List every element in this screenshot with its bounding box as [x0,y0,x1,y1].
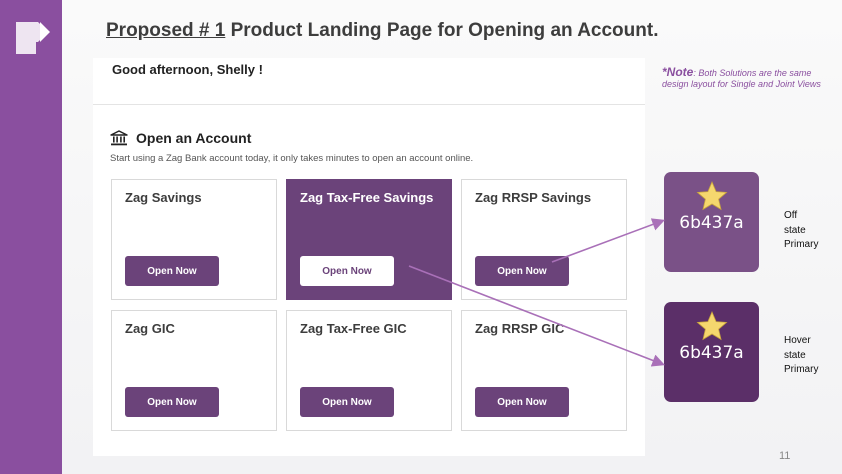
open-now-button[interactable]: Open Now [475,387,569,417]
swatch-hover-label: Hover state Primary [784,334,842,378]
swatch-hover-line3: Primary [784,364,819,375]
note-label: *Note [662,65,694,79]
card-title: Zag Savings [125,190,202,205]
swatch-hex-value: 6b437a [679,213,744,233]
greeting-divider [93,104,645,105]
swatch-hover-line1: Hover [784,335,811,346]
swatch-off-line3: Primary [784,239,819,250]
account-card-zag-tax-free-gic[interactable]: Zag Tax-Free GIC Open Now [286,310,452,431]
account-card-zag-rrsp-gic[interactable]: Zag RRSP GIC Open Now [461,310,627,431]
open-account-heading: Open an Account [110,129,251,147]
swatch-off-line1: Off [784,210,798,221]
account-card-zag-tax-free-savings[interactable]: Zag Tax-Free Savings Open Now [286,179,452,300]
account-card-zag-savings[interactable]: Zag Savings Open Now [111,179,277,300]
bank-icon [110,130,128,146]
greeting-text: Good afternoon, Shelly ! [112,62,263,77]
swatch-off-state: 6b437a [664,172,759,272]
card-title: Zag Tax-Free Savings [300,190,434,205]
slide-title-proposal: Proposed # 1 [106,20,226,41]
swatch-off-label: Off state Primary [784,209,842,253]
swatch-hover-state: 6b437a [664,302,759,402]
open-now-button[interactable]: Open Now [125,256,219,286]
swatch-hex-value: 6b437a [679,343,744,363]
star-icon [696,310,727,341]
card-title: Zag RRSP GIC [475,321,565,336]
open-now-button[interactable]: Open Now [300,387,394,417]
section-subtitle: Start using a Zag Bank account today, it… [110,153,474,164]
slide-sidebar [0,0,62,474]
swatch-hover-line2: state [784,349,806,361]
design-note: *Note: Both Solutions are the same desig… [662,65,827,90]
open-now-button[interactable]: Open Now [300,256,394,286]
open-now-button[interactable]: Open Now [125,387,219,417]
card-title: Zag Tax-Free GIC [300,321,407,336]
slide-title: Proposed # 1 Product Landing Page for Op… [106,20,658,42]
star-icon [696,180,727,211]
slide-title-text: Product Landing Page for Opening an Acco… [225,20,659,41]
account-card-zag-rrsp-savings[interactable]: Zag RRSP Savings Open Now [461,179,627,300]
card-title: Zag RRSP Savings [475,190,592,205]
swatch-off-line2: state [784,224,806,236]
page-number: 11 [779,450,791,462]
open-now-button[interactable]: Open Now [475,256,569,286]
account-card-zag-gic[interactable]: Zag GIC Open Now [111,310,277,431]
logo-icon [16,22,50,54]
card-title: Zag GIC [125,321,175,336]
section-title: Open an Account [136,130,252,146]
